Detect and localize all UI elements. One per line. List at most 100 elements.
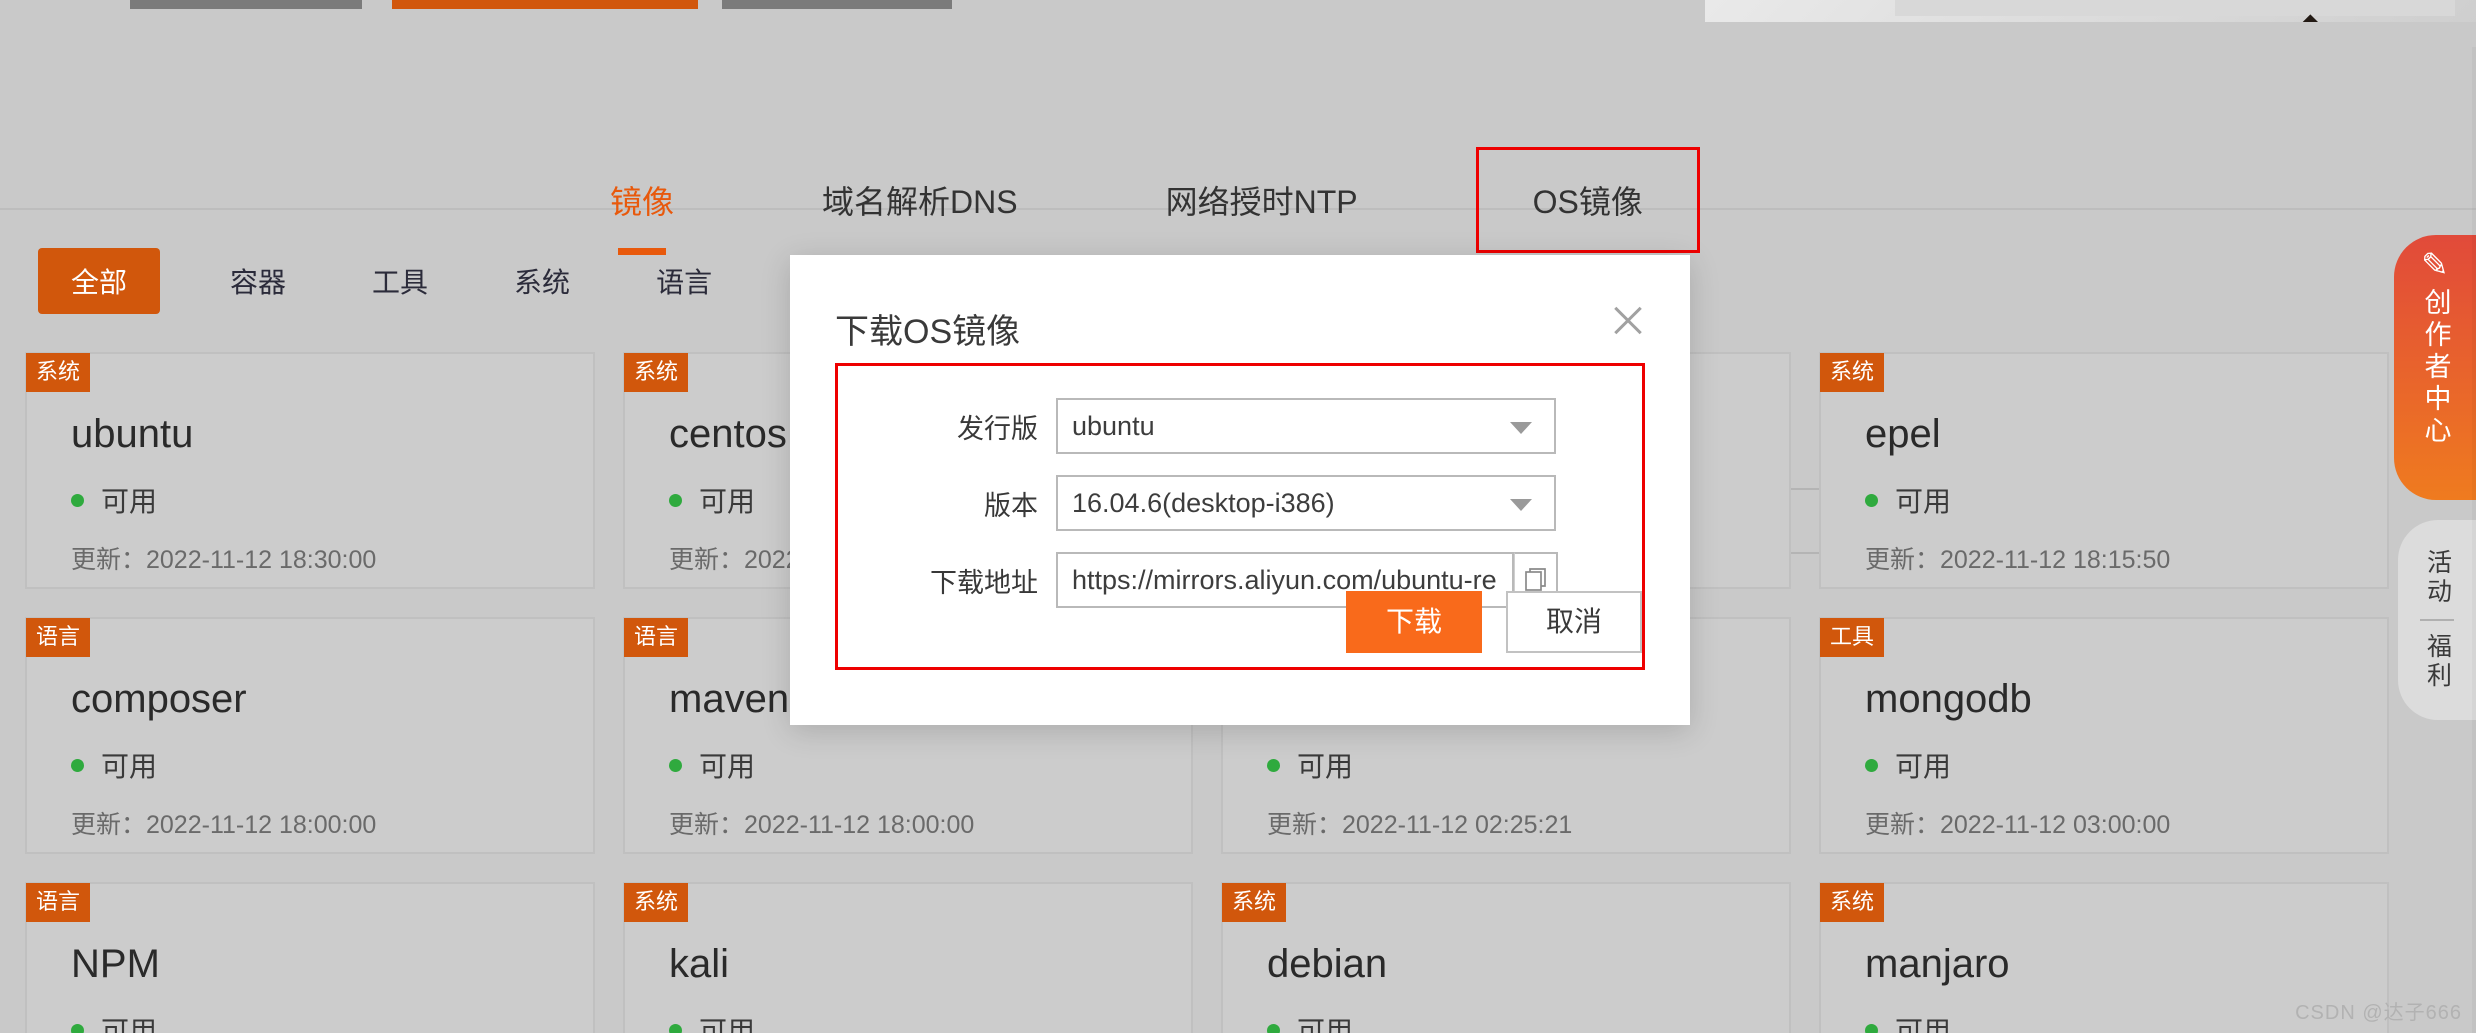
creator-center-label: 创作者中心 [2420, 288, 2451, 448]
card-title: ubuntu [71, 412, 194, 456]
card-title: kali [669, 942, 730, 986]
card-updated-time: 更新：2022-11-12 18:15:50 [1865, 546, 2171, 574]
status-label: 可用 [699, 1016, 756, 1033]
distro-select[interactable]: ubuntu [1056, 398, 1556, 454]
card-updated-time: 更新：2022-11-12 18:30:00 [71, 546, 377, 574]
strip-segment-active [392, 0, 698, 9]
card-category-badge: 系统 [1820, 883, 1885, 922]
filter-chip-tools[interactable]: 工具 [372, 248, 428, 314]
card-updated-time: 更新：2022-11-12 02:25:21 [1267, 811, 1573, 839]
status-dot-icon [71, 1023, 84, 1033]
card-category-badge: 系统 [1222, 883, 1287, 922]
url-label: 下载地址 [930, 567, 1038, 598]
filter-chip-language[interactable]: 语言 [656, 248, 712, 314]
card-status: 可用 [1267, 1010, 1353, 1033]
card-category-badge: 系统 [624, 883, 689, 922]
card-category-badge: 语言 [26, 883, 91, 922]
welfare-label: 福利 [2423, 633, 2452, 691]
status-dot-icon [1865, 758, 1878, 772]
card-title: maven [669, 677, 790, 721]
card-title: NPM [71, 942, 160, 986]
activity-welfare-float-button[interactable]: 活动 福利 [2398, 520, 2476, 720]
table-row[interactable]: 语言 NPM 可用 [25, 882, 595, 1033]
card-category-badge: 工具 [1820, 618, 1885, 657]
chevron-down-icon [1510, 422, 1532, 434]
table-row[interactable]: 系统 debian 可用 [1221, 882, 1791, 1033]
table-row[interactable]: 系统 kali 可用 [623, 882, 1193, 1033]
filter-chip-system[interactable]: 系统 [514, 248, 570, 314]
status-label: 可用 [101, 486, 158, 517]
card-status: 可用 [1267, 745, 1353, 785]
status-label: 可用 [1895, 751, 1952, 782]
card-title: debian [1267, 942, 1388, 986]
card-category-badge: 系统 [1820, 353, 1885, 392]
download-os-image-dialog: 下载OS镜像 发行版 ubuntu 版本 16.04.6(desktop-i38… [790, 255, 1690, 725]
card-status: 可用 [1865, 480, 1951, 520]
card-status: 可用 [1865, 745, 1951, 785]
dialog-actions: 下载 取消 [1345, 591, 1642, 653]
promo-banner-image [1705, 0, 2476, 22]
creator-center-float-button[interactable]: ✎ 创作者中心 [2394, 235, 2476, 500]
status-dot-icon [1865, 1023, 1878, 1033]
card-title: epel [1865, 412, 1941, 456]
table-row[interactable]: 系统 ubuntu 可用 更新：2022-11-12 18:30:00 [25, 352, 595, 589]
tab-mirror[interactable]: 镜像 [610, 177, 674, 223]
card-title: mongodb [1865, 677, 2032, 721]
card-category-badge: 系统 [26, 353, 91, 392]
card-updated-time: 更新：2022-11-12 03:00:00 [1865, 811, 2171, 839]
card-status: 可用 [71, 480, 157, 520]
divider [2420, 619, 2454, 621]
status-label: 可用 [699, 486, 756, 517]
status-dot-icon [71, 758, 84, 772]
status-label: 可用 [1297, 751, 1354, 782]
page-root: 镜像 域名解析DNS 网络授时NTP OS镜像 全部 容器 工具 系统 语言 阿… [0, 0, 2476, 1033]
strip-segment-3 [722, 0, 952, 9]
tab-list: 镜像 域名解析DNS 网络授时NTP OS镜像 [610, 147, 1700, 253]
table-row[interactable]: 语言 composer 可用 更新：2022-11-12 18:00:00 [25, 617, 595, 854]
card-updated-time: 更新：2022-11-12 18:00:00 [669, 811, 975, 839]
status-dot-icon [71, 493, 84, 507]
card-status: 可用 [71, 745, 157, 785]
card-title: centos [669, 412, 787, 456]
filter-chip-container[interactable]: 容器 [230, 248, 286, 314]
copy-glyph [1524, 568, 1546, 591]
status-label: 可用 [101, 1016, 158, 1033]
tab-os-image[interactable]: OS镜像 [1475, 147, 1700, 253]
status-label: 可用 [699, 751, 756, 782]
card-status: 可用 [669, 1010, 755, 1033]
cancel-button[interactable]: 取消 [1505, 591, 1642, 653]
card-status: 可用 [669, 745, 755, 785]
status-label: 可用 [1895, 1016, 1952, 1033]
card-status: 可用 [669, 480, 755, 520]
status-dot-icon [1267, 1023, 1280, 1033]
close-icon[interactable] [1608, 300, 1648, 340]
dialog-form: 发行版 ubuntu 版本 16.04.6(desktop-i386) 下载地址 [835, 363, 1645, 670]
status-label: 可用 [101, 751, 158, 782]
banner-shape-box [1895, 0, 2455, 16]
strip-segment-1 [130, 0, 362, 9]
dialog-title: 下载OS镜像 [835, 313, 1021, 351]
pen-icon: ✎ [2421, 246, 2449, 283]
card-updated-time: 更新：2022-11-12 18:00:00 [71, 811, 377, 839]
card-title: manjaro [1865, 942, 2010, 986]
download-button[interactable]: 下载 [1345, 591, 1482, 653]
status-dot-icon [1865, 493, 1878, 507]
field-row-version: 版本 16.04.6(desktop-i386) [838, 475, 1642, 531]
status-dot-icon [1267, 758, 1280, 772]
card-title: composer [71, 677, 247, 721]
table-row[interactable]: 工具 mongodb 可用 更新：2022-11-12 03:00:00 [1819, 617, 2389, 854]
version-label: 版本 [984, 490, 1038, 521]
card-category-badge: 语言 [624, 618, 689, 657]
card-category-badge: 语言 [26, 618, 91, 657]
scrollbar[interactable] [2472, 47, 2476, 1033]
card-category-badge: 系统 [624, 353, 689, 392]
status-dot-icon [669, 758, 682, 772]
distro-value: ubuntu [1072, 411, 1155, 441]
section-tab-bar: 镜像 域名解析DNS 网络授时NTP OS镜像 [0, 47, 2476, 253]
tab-ntp[interactable]: 网络授时NTP [1166, 177, 1358, 223]
watermark: CSDN @达子666 [2295, 1002, 2462, 1024]
version-select[interactable]: 16.04.6(desktop-i386) [1056, 475, 1556, 531]
tab-dns[interactable]: 域名解析DNS [822, 177, 1018, 223]
table-row[interactable]: 系统 epel 可用 更新：2022-11-12 18:15:50 [1819, 352, 2389, 589]
filter-chip-all[interactable]: 全部 [38, 248, 161, 314]
